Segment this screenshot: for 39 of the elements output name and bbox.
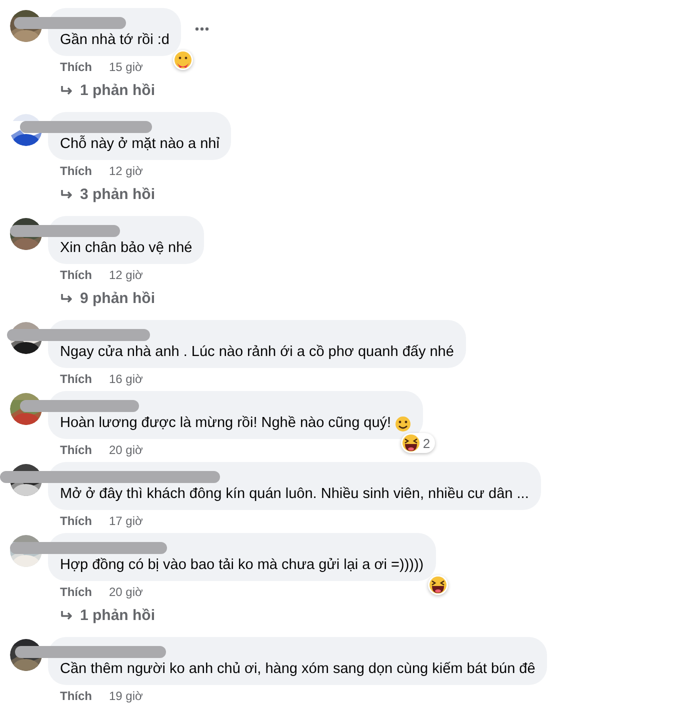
reply-arrow-icon	[60, 189, 74, 201]
comment-text: Cần thêm người ko anh chủ ơi, hàng xóm sang dọn cùng kiếm bát bún đê	[60, 661, 536, 678]
like-link[interactable]: Thích	[60, 513, 92, 529]
comment-text: Mở ở đây thì khách đông kín quán luôn. Nhiều sinh viên, nhiều cư dân ...	[60, 486, 529, 503]
smiling-face-icon	[395, 416, 412, 432]
timestamp[interactable]: 19 giờ	[109, 688, 143, 704]
like-link[interactable]: Thích	[60, 584, 92, 600]
comment-text: Xin chân bảo vệ nhé	[60, 240, 192, 257]
laughing-face-icon	[402, 434, 420, 452]
like-link[interactable]: Thích	[60, 59, 92, 75]
comment-text: Hợp đồng có bị vào bao tải ko mà chưa gửi lại a ơi =)))))	[60, 557, 424, 574]
view-replies-link[interactable]: 1 phản hồi	[48, 75, 155, 108]
timestamp[interactable]: 12 giờ	[109, 267, 143, 283]
reply-arrow-icon	[60, 85, 74, 97]
reply-arrow-icon	[60, 610, 74, 622]
comment-text: Hoàn lương được là mừng rồi! Nghề nào cũng quý!	[60, 415, 392, 432]
view-replies-link[interactable]: 1 phản hồi	[48, 600, 155, 633]
timestamp[interactable]: 20 giờ	[109, 584, 143, 600]
laughing-face-icon	[428, 576, 447, 594]
timestamp[interactable]: 17 giờ	[109, 513, 143, 529]
timestamp[interactable]: 16 giờ	[109, 371, 143, 387]
like-link[interactable]: Thích	[60, 688, 92, 704]
comment-text: Ngay cửa nhà anh . Lúc nào rảnh ới a cồ phơ quanh đấy nhé	[60, 344, 454, 361]
like-link[interactable]: Thích	[60, 267, 92, 283]
reply-arrow-icon	[60, 293, 74, 305]
timestamp[interactable]: 20 giờ	[109, 442, 143, 458]
like-link[interactable]: Thích	[60, 163, 92, 179]
timestamp[interactable]: 15 giờ	[109, 59, 143, 75]
timestamp[interactable]: 12 giờ	[109, 163, 143, 179]
view-replies-link[interactable]: 3 phản hồi	[48, 179, 155, 212]
reaction-badge[interactable]: 2	[400, 433, 436, 453]
comment-text: Gần nhà tớ rồi :d	[60, 32, 170, 49]
reaction-count: 2	[422, 436, 432, 450]
reaction-badge[interactable]	[428, 575, 448, 595]
comment-text: Chỗ này ở mặt nào a nhỉ	[60, 136, 220, 153]
more-icon	[195, 27, 210, 31]
like-link[interactable]: Thích	[60, 371, 92, 387]
like-link[interactable]: Thích	[60, 442, 92, 458]
view-replies-link[interactable]: 9 phản hồi	[48, 283, 155, 316]
